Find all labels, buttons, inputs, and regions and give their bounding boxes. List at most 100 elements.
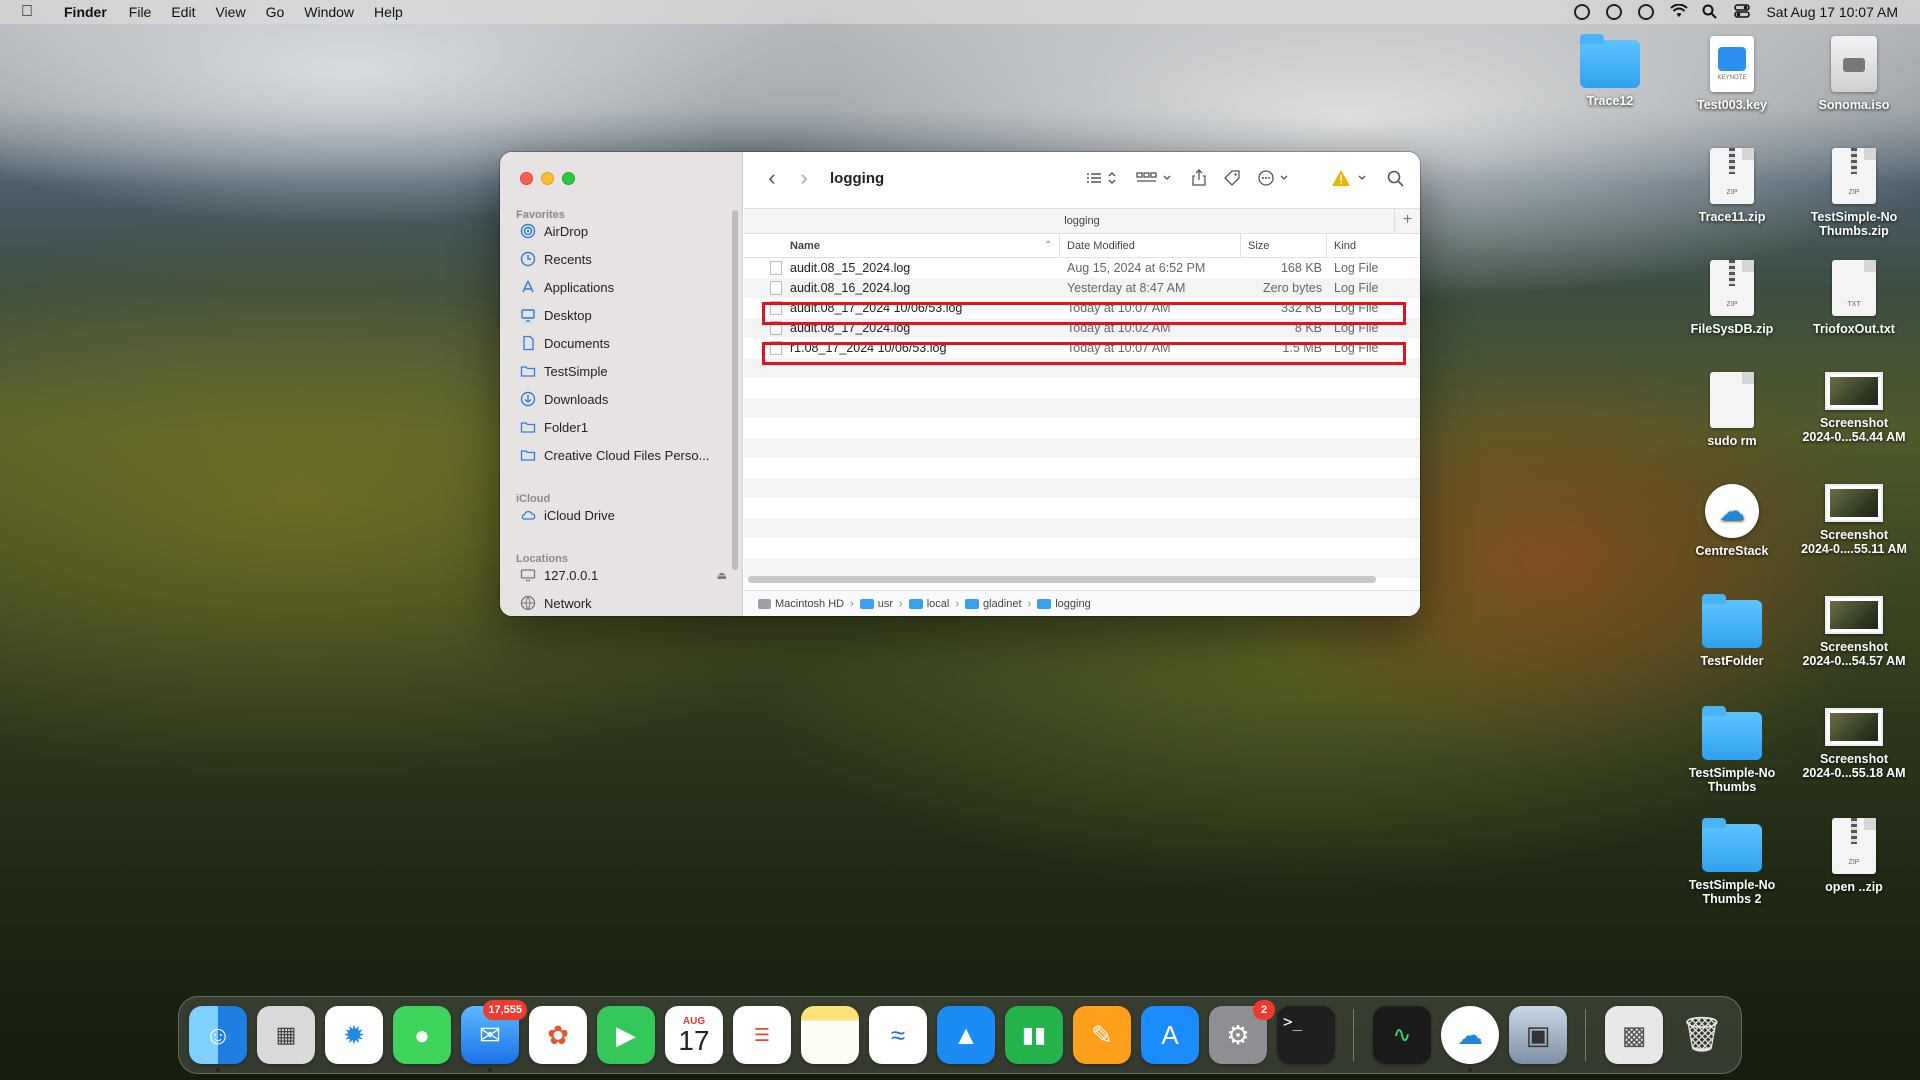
keynote-dock-icon[interactable]: ▲ <box>937 1006 995 1064</box>
file-row[interactable]: audit.08_15_2024.log Aug 15, 2024 at 6:5… <box>744 258 1420 278</box>
column-name[interactable]: Name <box>790 234 820 258</box>
column-size[interactable]: Size <box>1248 234 1269 258</box>
path-macintosh-hd[interactable]: Macintosh HD <box>775 598 844 610</box>
sidebar-scrollbar[interactable] <box>732 210 738 570</box>
warning-icon[interactable] <box>1331 166 1371 190</box>
desktop-file-test003[interactable]: KEYNOTE Test003.key <box>1672 36 1792 112</box>
centrestack-dock-icon[interactable]: ☁ <box>1441 1006 1499 1064</box>
numbers-dock-icon[interactable]: ▮▮ <box>1005 1006 1063 1064</box>
more-actions-icon[interactable] <box>1257 166 1293 190</box>
desktop-file-testsimple-zip[interactable]: ZIP TestSimple-No Thumbs.zip <box>1794 148 1914 238</box>
notes-dock-icon[interactable] <box>801 1006 859 1064</box>
desktop-folder-trace12[interactable]: Trace12 <box>1550 34 1670 108</box>
photos-dock-icon[interactable]: ✿ <box>529 1006 587 1064</box>
menu-edit[interactable]: Edit <box>161 4 205 20</box>
share-icon[interactable] <box>1191 166 1207 190</box>
sync-status-icon[interactable] <box>1606 4 1623 20</box>
close-button[interactable] <box>520 172 533 185</box>
desktop-file-sudo-rm[interactable]: sudo rm <box>1672 372 1792 448</box>
desktop-folder-testfolder[interactable]: TestFolder <box>1672 594 1792 668</box>
tab-logging[interactable]: logging + <box>744 208 1420 234</box>
desktop-icon-label: 2024-0...54.44 AM <box>1802 430 1906 444</box>
cloud-status-icon[interactable] <box>1574 4 1591 20</box>
desktop-file-open-zip[interactable]: ZIP open ..zip <box>1794 818 1914 894</box>
path-usr[interactable]: usr <box>878 598 893 610</box>
activity-monitor-dock-icon[interactable]: ∿ <box>1373 1006 1431 1064</box>
desktop-file-filesysdb[interactable]: ZIP FileSysDB.zip <box>1672 260 1792 336</box>
desktop-app-centrestack[interactable]: ☁ CentreStack <box>1672 484 1792 558</box>
launchpad-dock-icon[interactable]: ▦ <box>257 1006 315 1064</box>
minimize-button[interactable] <box>541 172 554 185</box>
desktop-screenshot-3[interactable]: Screenshot 2024-0...54.57 AM <box>1794 596 1914 668</box>
desktop-file-triofox[interactable]: TXT TriofoxOut.txt <box>1794 260 1914 336</box>
sidebar-item-airdrop[interactable]: AirDrop <box>520 221 735 241</box>
group-button[interactable] <box>1135 166 1175 190</box>
downloads-stack-dock-icon[interactable]: ▩ <box>1605 1006 1663 1064</box>
path-local[interactable]: local <box>927 598 950 610</box>
sidebar-item-server[interactable]: 127.0.0.1 ⏏ <box>520 565 735 585</box>
control-center-icon[interactable] <box>1734 4 1751 20</box>
path-gladinet[interactable]: gladinet <box>983 598 1022 610</box>
column-date-modified[interactable]: Date Modified <box>1067 234 1135 258</box>
spotlight-search-icon[interactable] <box>1702 4 1718 20</box>
freeform-dock-icon[interactable]: ≈ <box>869 1006 927 1064</box>
preview-dock-icon[interactable]: ▣ <box>1509 1006 1567 1064</box>
messages-dock-icon[interactable]: ● <box>393 1006 451 1064</box>
desktop-screenshot-4[interactable]: Screenshot 2024-0...55.18 AM <box>1794 708 1914 780</box>
user-status-icon[interactable] <box>1638 4 1655 20</box>
eject-icon[interactable]: ⏏ <box>717 569 727 582</box>
new-tab-button[interactable]: + <box>1394 209 1420 233</box>
tag-icon[interactable] <box>1223 166 1241 190</box>
finder-dock-icon[interactable]: ☺ <box>189 1006 247 1064</box>
trash-dock-icon[interactable]: 🗑 <box>1673 1006 1731 1064</box>
menu-finder[interactable]: Finder <box>54 4 119 20</box>
sidebar-item-network[interactable]: Network <box>520 593 735 613</box>
menu-file[interactable]: File <box>119 4 162 20</box>
desktop-screenshot-2[interactable]: Screenshot 2024-0....55.11 AM <box>1794 484 1914 556</box>
view-list-button[interactable] <box>1085 166 1119 190</box>
sidebar-item-recents[interactable]: Recents <box>520 249 735 269</box>
sidebar-item-applications[interactable]: Applications <box>520 277 735 297</box>
safari-dock-icon[interactable]: ✹ <box>325 1006 383 1064</box>
zoom-button[interactable] <box>562 172 575 185</box>
sidebar-item-desktop[interactable]: Desktop <box>520 305 735 325</box>
sidebar-item-testsimple[interactable]: TestSimple <box>520 361 735 381</box>
mail-dock-icon[interactable]: ✉ 17,555 <box>461 1000 527 1064</box>
pages-dock-icon[interactable]: ✎ <box>1073 1006 1131 1064</box>
desktop-file-trace11[interactable]: ZIP Trace11.zip <box>1672 148 1792 224</box>
desktop-folder-testsimple-no-thumbs[interactable]: TestSimple-No Thumbs <box>1672 706 1792 794</box>
file-name: audit.08_17_2024.log <box>790 321 911 335</box>
app-store-dock-icon[interactable]: A <box>1141 1006 1199 1064</box>
column-kind[interactable]: Kind <box>1334 234 1356 258</box>
desktop-icon-label: Sonoma.iso <box>1818 98 1890 112</box>
search-icon[interactable] <box>1387 166 1404 190</box>
file-row[interactable]: audit.08_17_2024.log Today at 10:02 AM 8… <box>744 318 1420 338</box>
facetime-dock-icon[interactable]: ▶ <box>597 1006 655 1064</box>
wifi-icon[interactable] <box>1670 3 1689 20</box>
forward-button[interactable]: › <box>788 165 820 191</box>
desktop-screenshot-1[interactable]: Screenshot 2024-0...54.44 AM <box>1794 372 1914 444</box>
menu-help[interactable]: Help <box>364 4 413 20</box>
back-button[interactable]: ‹ <box>756 165 788 191</box>
sidebar-item-downloads[interactable]: Downloads <box>520 389 735 409</box>
desktop-folder-testsimple-no-thumbs-2[interactable]: TestSimple-No Thumbs 2 <box>1672 818 1792 906</box>
reminders-dock-icon[interactable]: ☰ <box>733 1006 791 1064</box>
system-settings-dock-icon[interactable]: ⚙ 2 <box>1209 1000 1275 1064</box>
path-logging[interactable]: logging <box>1055 598 1090 610</box>
sidebar-item-creative-cloud[interactable]: Creative Cloud Files Perso... <box>520 445 735 465</box>
menu-view[interactable]: View <box>205 4 255 20</box>
menu-clock[interactable]: Sat Aug 17 10:07 AM <box>1766 4 1898 20</box>
terminal-dock-icon[interactable]: >_ <box>1277 1006 1335 1064</box>
sidebar-item-icloud-drive[interactable]: iCloud Drive <box>520 505 735 525</box>
sidebar-item-documents[interactable]: Documents <box>520 333 735 353</box>
desktop-file-sonoma[interactable]: Sonoma.iso <box>1794 36 1914 112</box>
file-row[interactable]: r1.08_17_2024 10/06/53.log Today at 10:0… <box>744 338 1420 358</box>
calendar-dock-icon[interactable]: AUG 17 <box>665 1006 723 1064</box>
menu-window[interactable]: Window <box>294 4 364 20</box>
file-row[interactable]: audit.08_16_2024.log Yesterday at 8:47 A… <box>744 278 1420 298</box>
apple-menu-icon[interactable]:  <box>0 3 54 21</box>
horizontal-scrollbar[interactable] <box>748 576 1376 583</box>
menu-go[interactable]: Go <box>256 4 295 20</box>
sidebar-item-folder1[interactable]: Folder1 <box>520 417 735 437</box>
file-row[interactable]: audit.08_17_2024 10/06/53.log Today at 1… <box>744 298 1420 318</box>
